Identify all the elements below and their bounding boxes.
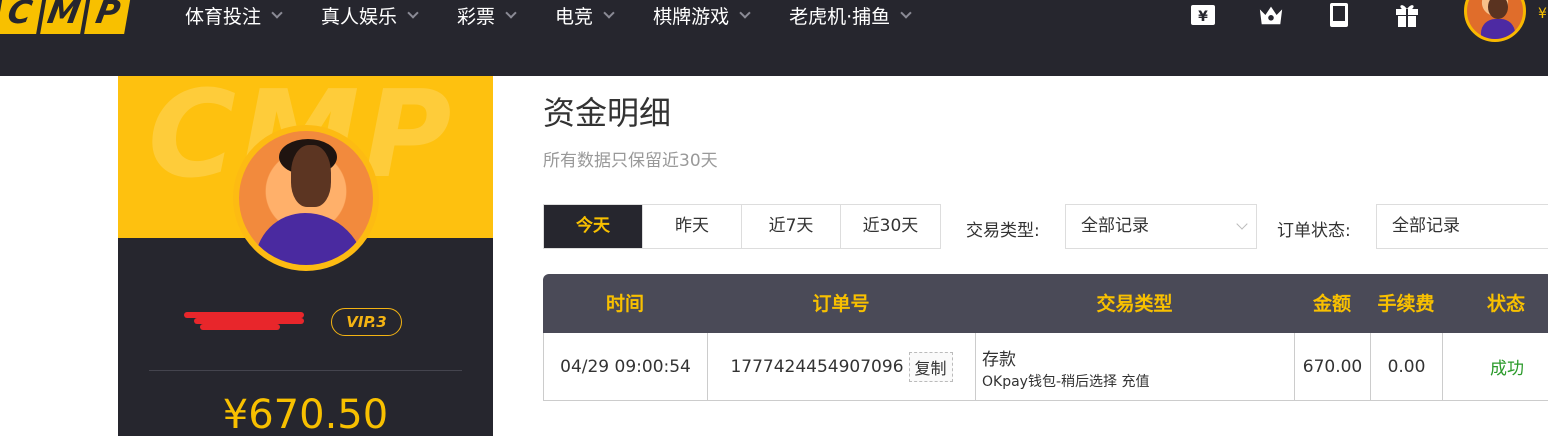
table-header: 时间 订单号 交易类型 金额 手续费 状态 [543,274,1548,334]
main-nav: 体育投注 真人娱乐 彩票 电竞 棋牌游戏 老虎机·捕鱼 [185,0,950,30]
username-redacted [184,310,310,330]
select-value: 全部记录 [1392,216,1460,236]
cell-fee: 0.00 [1371,333,1443,400]
profile-panel: CMP VIP.3 ¥670.50 [118,76,493,436]
svg-text:¥: ¥ [1198,9,1208,25]
column-header-status: 状态 [1486,293,1525,315]
column-header-order-no: 订单号 [812,293,870,315]
order-number: 1777424454907096 [730,356,904,377]
select-value: 全部记录 [1081,216,1149,236]
account-balance: ¥670.50 [222,392,389,436]
divider [149,370,462,371]
column-header-time: 时间 [605,293,644,315]
gift-icon[interactable] [1394,2,1420,28]
avatar-body-shape [1481,19,1515,39]
chevron-down-icon [900,6,912,19]
cell-status: 成功 [1490,359,1524,379]
cell-time: 04/29 09:00:54 [544,333,708,400]
order-status-select[interactable]: 全部记录 [1376,204,1548,249]
page-subtitle: 所有数据只保留近30天 [543,151,718,171]
logo-letter: P [84,0,132,34]
chevron-down-icon [505,6,517,19]
chevron-down-icon [271,6,283,19]
user-avatar[interactable] [1464,0,1526,42]
tab-last-7-days[interactable]: 近7天 [742,205,841,248]
nav-item-label: 彩票 [457,5,496,28]
header-icon-group: ¥ [1190,0,1462,30]
nav-item-label: 老虎机·捕鱼 [789,5,891,28]
order-status-label: 订单状态: [1277,221,1351,241]
tab-last-30-days[interactable]: 近30天 [841,205,940,248]
nav-item-live-casino[interactable]: 真人娱乐 [321,2,419,29]
table-row: 04/29 09:00:54 1777424454907096 复制 存款 OK… [543,333,1548,401]
avatar-torso-shape [255,213,365,265]
chevron-down-icon [603,6,615,19]
tab-yesterday[interactable]: 昨天 [643,205,742,248]
page-title: 资金明细 [543,94,672,132]
nav-item-sports[interactable]: 体育投注 [185,2,283,29]
transaction-type-select[interactable]: 全部记录 [1065,204,1257,249]
logo-letter: C [0,0,44,34]
column-header-fee: 手续费 [1377,293,1435,315]
date-range-tabs: 今天 昨天 近7天 近30天 [543,204,941,249]
tab-today[interactable]: 今天 [544,205,643,248]
top-navbar: C M P 体育投注 真人娱乐 彩票 电竞 棋牌游戏 老虎机·捕鱼 ¥ ¥ [0,0,1548,76]
nav-item-esports[interactable]: 电竞 [555,2,615,29]
cell-type: 存款 OKpay钱包-稍后选择 充值 [976,333,1295,400]
nav-item-label: 真人娱乐 [321,5,398,28]
wallet-icon[interactable]: ¥ [1190,2,1216,28]
chevron-down-icon [739,6,751,19]
avatar-head-shape [291,145,331,207]
column-header-type: 交易类型 [1096,293,1173,315]
column-header-amount: 金额 [1312,293,1351,315]
profile-avatar [233,125,379,271]
copy-order-button[interactable]: 复制 [908,351,953,382]
nav-item-label: 体育投注 [185,5,262,28]
cell-order-no: 1777424454907096 复制 [708,333,976,400]
transaction-type-label: 交易类型: [966,221,1040,241]
transaction-type-main: 存款 [982,350,1016,370]
nav-item-slots-fishing[interactable]: 老虎机·捕鱼 [789,2,912,29]
mobile-icon[interactable] [1326,2,1352,28]
crown-icon[interactable] [1258,2,1284,28]
nav-item-card-games[interactable]: 棋牌游戏 [653,2,751,29]
avatar-head-shape [1488,0,1508,19]
transaction-type-detail: OKpay钱包-稍后选择 充值 [982,374,1150,390]
chevron-down-icon [407,6,419,19]
nav-item-lottery[interactable]: 彩票 [457,2,517,29]
redaction-stroke [200,324,280,330]
logo[interactable]: C M P [0,0,132,34]
currency-indicator: ¥ [1538,6,1547,22]
logo-letter: M [40,0,88,34]
vip-badge: VIP.3 [331,308,402,336]
cell-amount: 670.00 [1295,333,1371,400]
nav-item-label: 电竞 [555,5,594,28]
chevron-down-icon [1236,218,1248,230]
nav-item-label: 棋牌游戏 [653,5,730,28]
